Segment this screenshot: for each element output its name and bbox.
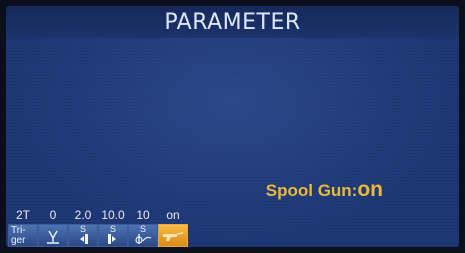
burnback-icon <box>134 233 152 245</box>
value-trigger: 2T <box>15 208 30 222</box>
wire-inch-down-button[interactable]: S <box>68 224 98 247</box>
value-inch-down: 2.0 <box>74 208 92 222</box>
parameter-buttons-row: Tri- ger S S S <box>8 224 188 247</box>
lcd-screen: PARAMETER Spool Gun:on 2T 0 2.0 10.0 10 … <box>6 6 459 247</box>
burnback-button[interactable]: S <box>128 224 158 247</box>
preflow-gas-icon <box>46 229 60 245</box>
trigger-mode-label: Tri- ger <box>11 224 26 246</box>
value-inch-up: 10.0 <box>101 208 125 222</box>
wire-inch-up-icon <box>106 233 120 245</box>
spool-gun-status: Spool Gun:on <box>266 178 383 202</box>
title-bar: PARAMETER <box>6 6 459 38</box>
parameter-values-row: 2T 0 2.0 10.0 10 on <box>8 208 188 223</box>
wire-inch-down-icon <box>76 233 90 245</box>
wire-inch-up-button[interactable]: S <box>98 224 128 247</box>
value-preflow: 0 <box>49 208 57 222</box>
spool-gun-label: Spool Gun: <box>265 181 358 200</box>
spool-gun-value: on <box>357 178 383 201</box>
page-title: PARAMETER <box>164 10 301 35</box>
spool-gun-trigger-icon <box>162 230 184 242</box>
value-spool-gun: on <box>166 208 180 222</box>
preflow-gas-button[interactable] <box>38 224 68 247</box>
trigger-mode-button[interactable]: Tri- ger <box>8 224 38 247</box>
value-burnback: 10 <box>136 208 150 222</box>
spool-gun-trigger-button[interactable] <box>158 224 188 247</box>
